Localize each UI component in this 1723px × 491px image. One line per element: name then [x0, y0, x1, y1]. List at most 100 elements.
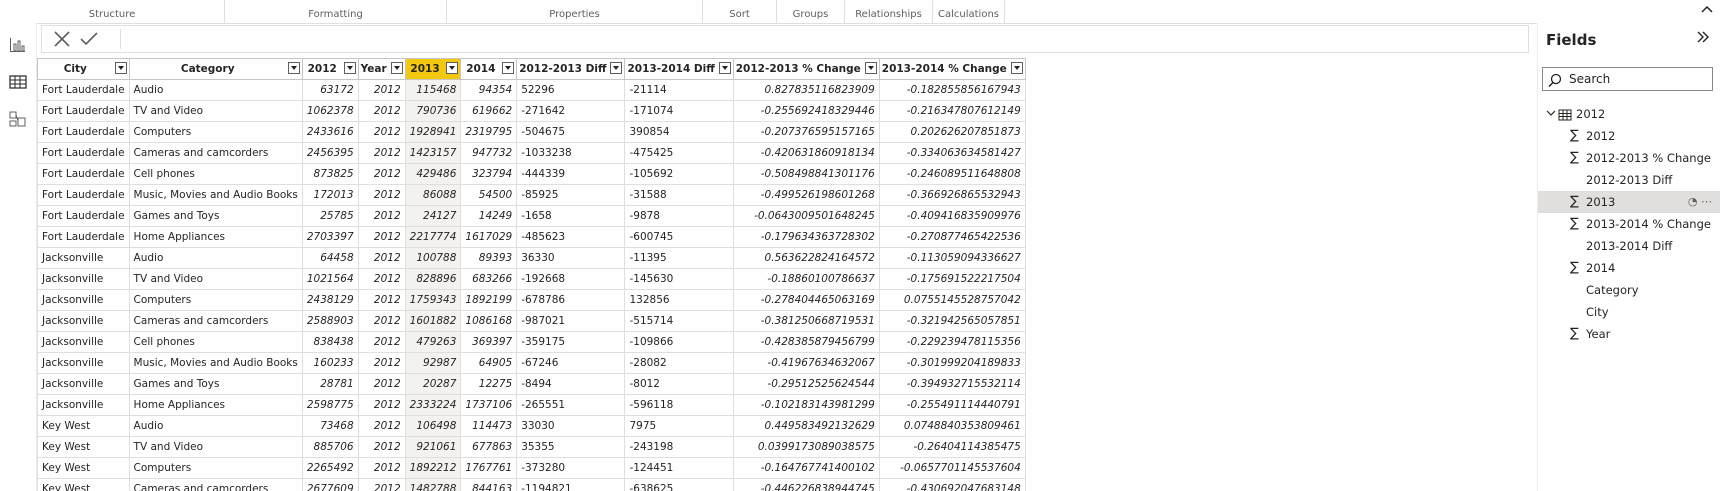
table-cell[interactable]: 479263 — [404, 331, 462, 353]
table-cell[interactable]: 2588903 — [301, 310, 359, 332]
table-cell[interactable]: -0.179634363728302 — [732, 226, 880, 248]
table-cell[interactable]: -0.409416835909976 — [878, 205, 1026, 227]
table-cell[interactable]: 1021564 — [301, 268, 359, 290]
column-header[interactable]: 2013-2014 Diff — [624, 58, 734, 80]
table-cell[interactable]: 14249 — [460, 205, 518, 227]
table-cell[interactable]: 92987 — [404, 352, 462, 374]
table-view-icon[interactable] — [8, 72, 28, 92]
table-cell[interactable]: Computers — [128, 121, 303, 143]
table-cell[interactable]: Key West — [37, 415, 130, 437]
table-cell[interactable]: Music, Movies and Audio Books — [128, 352, 303, 374]
table-cell[interactable]: Jacksonville — [37, 247, 130, 269]
table-cell[interactable]: 2012 — [357, 226, 406, 248]
table-cell[interactable]: -475425 — [624, 142, 734, 164]
table-cell[interactable]: -105692 — [624, 163, 734, 185]
table-cell[interactable]: -0.301999204189833 — [878, 352, 1026, 374]
field-item[interactable]: ∑ 2013-2014 % Change — [1538, 213, 1720, 235]
table-cell[interactable]: TV and Video — [128, 436, 303, 458]
table-cell[interactable]: 114473 — [460, 415, 518, 437]
field-item[interactable]: City — [1538, 301, 1720, 323]
table-cell[interactable]: 2012 — [357, 457, 406, 479]
table-row[interactable]: Fort Lauderdale Games and Toys 25785 2012 24… — [37, 205, 1026, 227]
table-row[interactable]: Fort Lauderdale Home Appliances 2703397 201… — [37, 226, 1026, 248]
table-cell[interactable]: 2012 — [357, 100, 406, 122]
table-cell[interactable]: Audio — [128, 247, 303, 269]
table-cell[interactable]: 2012 — [357, 289, 406, 311]
table-cell[interactable]: TV and Video — [128, 268, 303, 290]
field-item[interactable]: 2013-2014 Diff — [1538, 235, 1720, 257]
table-row[interactable]: Jacksonville Computers 2438129 2012 1759343 1… — [37, 289, 1026, 311]
column-filter-icon[interactable] — [864, 62, 877, 74]
column-header[interactable]: 2014 — [460, 58, 518, 80]
table-cell[interactable]: Jacksonville — [37, 331, 130, 353]
table-cell[interactable]: 1423157 — [404, 142, 462, 164]
table-cell[interactable]: -0.207376595157165 — [732, 121, 880, 143]
table-cell[interactable]: 838438 — [301, 331, 359, 353]
table-cell[interactable]: 2012 — [357, 352, 406, 374]
table-cell[interactable]: 2012 — [357, 394, 406, 416]
table-cell[interactable]: 2012 — [357, 205, 406, 227]
table-cell[interactable]: -9878 — [624, 205, 734, 227]
table-cell[interactable]: Cell phones — [128, 331, 303, 353]
table-cell[interactable]: -0.0643009501648245 — [732, 205, 880, 227]
table-cell[interactable]: 390854 — [624, 121, 734, 143]
table-cell[interactable]: -0.26404114385475 — [878, 436, 1026, 458]
table-cell[interactable]: -0.394932715532114 — [878, 373, 1026, 395]
table-cell[interactable]: Cameras and camcorders — [128, 142, 303, 164]
table-row[interactable]: Jacksonville Cameras and camcorders 258890… — [37, 310, 1026, 332]
table-cell[interactable]: -485623 — [516, 226, 626, 248]
table-cell[interactable]: 921061 — [404, 436, 462, 458]
table-cell[interactable]: -0.229239478115356 — [878, 331, 1026, 353]
table-cell[interactable]: -0.113059094336627 — [878, 247, 1026, 269]
table-cell[interactable]: 1062378 — [301, 100, 359, 122]
table-cell[interactable]: -0.446226838944745 — [732, 478, 880, 491]
table-cell[interactable]: 2012 — [357, 142, 406, 164]
table-cell[interactable]: 1737106 — [460, 394, 518, 416]
table-cell[interactable]: 94354 — [460, 79, 518, 101]
table-cell[interactable]: 1601882 — [404, 310, 462, 332]
table-row[interactable]: Fort Lauderdale Computers 2433616 2012 19289… — [37, 121, 1026, 143]
table-cell[interactable]: 7975 — [624, 415, 734, 437]
table-cell[interactable]: 0.0755145528757042 — [878, 289, 1026, 311]
fields-search-input[interactable]: Search — [1542, 67, 1713, 91]
table-cell[interactable]: Jacksonville — [37, 289, 130, 311]
table-cell[interactable]: -271642 — [516, 100, 626, 122]
table-cell[interactable]: 2217774 — [404, 226, 462, 248]
table-cell[interactable]: 25785 — [301, 205, 359, 227]
column-header[interactable]: 2012-2013 Diff — [516, 58, 626, 80]
table-row[interactable]: Fort Lauderdale TV and Video 1062378 2012 79… — [37, 100, 1026, 122]
model-view-icon[interactable] — [8, 109, 28, 129]
table-cell[interactable]: Key West — [37, 478, 130, 491]
table-cell[interactable]: Key West — [37, 457, 130, 479]
table-cell[interactable]: 683266 — [460, 268, 518, 290]
table-cell[interactable]: Music, Movies and Audio Books — [128, 184, 303, 206]
table-cell[interactable]: 73468 — [301, 415, 359, 437]
table-cell[interactable]: 844163 — [460, 478, 518, 491]
table-cell[interactable]: -0.428385879456799 — [732, 331, 880, 353]
table-cell[interactable]: Fort Lauderdale — [37, 79, 130, 101]
table-cell[interactable]: -28082 — [624, 352, 734, 374]
table-cell[interactable]: -600745 — [624, 226, 734, 248]
table-cell[interactable]: -8494 — [516, 373, 626, 395]
table-cell[interactable]: 64905 — [460, 352, 518, 374]
column-header[interactable]: 2012 — [301, 58, 359, 80]
table-cell[interactable]: -638625 — [624, 478, 734, 491]
table-cell[interactable]: 2433616 — [301, 121, 359, 143]
table-cell[interactable]: -987021 — [516, 310, 626, 332]
collapse-ribbon-icon[interactable] — [1701, 2, 1713, 18]
table-row[interactable]: Jacksonville Cell phones 838438 2012 479263 3… — [37, 331, 1026, 353]
table-cell[interactable]: 2012 — [357, 436, 406, 458]
table-cell[interactable]: -0.381250668719531 — [732, 310, 880, 332]
table-cell[interactable]: -0.216347807612149 — [878, 100, 1026, 122]
table-cell[interactable]: 1482788 — [404, 478, 462, 491]
table-cell[interactable]: 160233 — [301, 352, 359, 374]
table-cell[interactable]: 86088 — [404, 184, 462, 206]
table-cell[interactable]: -11395 — [624, 247, 734, 269]
table-cell[interactable]: 28781 — [301, 373, 359, 395]
field-item[interactable]: 2012-2013 Diff — [1538, 169, 1720, 191]
table-cell[interactable]: -1033238 — [516, 142, 626, 164]
table-cell[interactable]: 132856 — [624, 289, 734, 311]
table-row[interactable]: Key West Audio 73468 2012 106498 114473 33030 7… — [37, 415, 1026, 437]
table-cell[interactable]: 0.0748840353809461 — [878, 415, 1026, 437]
table-cell[interactable]: 2012 — [357, 79, 406, 101]
